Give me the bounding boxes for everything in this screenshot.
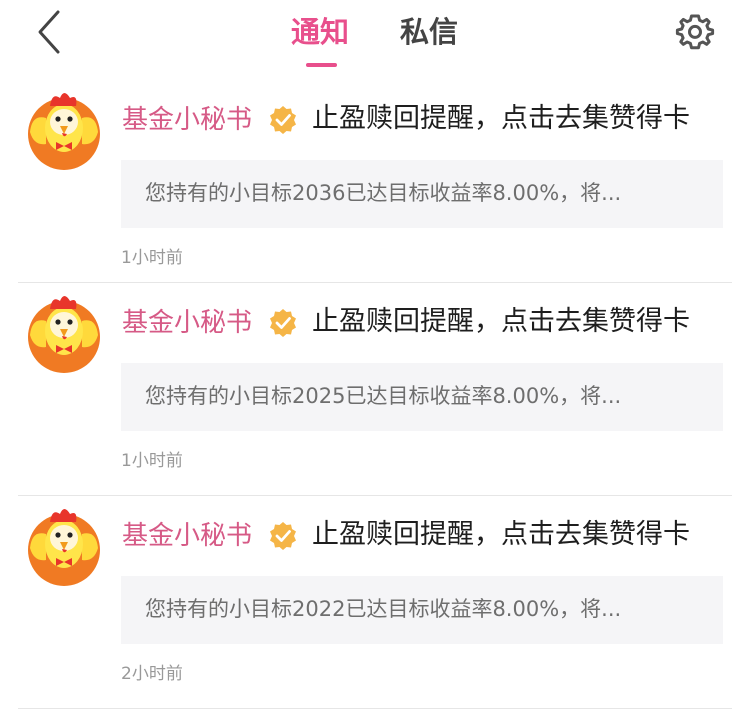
top-nav-bar: 通知 私信 [0, 0, 750, 80]
notice-preview-box[interactable]: 您持有的小目标2025已达目标收益率8.00%，将... [121, 363, 723, 431]
sender-name: 基金小秘书 [122, 308, 253, 338]
notice-preview-text: 您持有的小目标2025已达目标收益率8.00%，将... [145, 384, 622, 408]
notice-timestamp: 1小时前 [121, 451, 183, 471]
chevron-left-icon [38, 10, 60, 54]
settings-button[interactable] [674, 11, 716, 53]
verified-badge-icon [270, 309, 296, 337]
notice-preview-text: 您持有的小目标2022已达目标收益率8.00%，将... [145, 597, 622, 621]
notification-list: 基金小秘书 止盈赎回提醒，点击去集赞得卡 您持有的小目标2036已达目标收益率8… [0, 80, 750, 709]
notice-timestamp: 2小时前 [121, 664, 183, 684]
tab-notifications[interactable]: 通知 [291, 12, 349, 52]
list-item[interactable]: 基金小秘书 止盈赎回提醒，点击去集赞得卡 您持有的小目标2036已达目标收益率8… [0, 80, 750, 283]
notice-title[interactable]: 止盈赎回提醒，点击去集赞得卡 [312, 516, 690, 554]
notice-title[interactable]: 止盈赎回提醒，点击去集赞得卡 [312, 303, 690, 341]
list-item[interactable]: 基金小秘书 止盈赎回提醒，点击去集赞得卡 您持有的小目标2022已达目标收益率8… [0, 496, 750, 709]
sender-name: 基金小秘书 [122, 105, 253, 135]
notice-title[interactable]: 止盈赎回提醒，点击去集赞得卡 [312, 100, 690, 138]
avatar[interactable] [22, 287, 106, 375]
avatar[interactable] [22, 84, 106, 172]
notice-preview-box[interactable]: 您持有的小目标2022已达目标收益率8.00%，将... [121, 576, 723, 644]
notice-preview-box[interactable]: 您持有的小目标2036已达目标收益率8.00%，将... [121, 160, 723, 228]
back-button[interactable] [30, 8, 70, 56]
notice-preview-text: 您持有的小目标2036已达目标收益率8.00%，将... [145, 181, 622, 205]
divider [18, 708, 732, 709]
notice-timestamp: 1小时前 [121, 248, 183, 268]
verified-badge-icon [270, 106, 296, 134]
gear-icon [675, 14, 715, 50]
avatar[interactable] [22, 500, 106, 588]
sender-name: 基金小秘书 [122, 521, 253, 551]
tab-private-messages[interactable]: 私信 [400, 12, 458, 52]
active-tab-indicator [306, 63, 337, 67]
verified-badge-icon [270, 522, 296, 550]
list-item[interactable]: 基金小秘书 止盈赎回提醒，点击去集赞得卡 您持有的小目标2025已达目标收益率8… [0, 283, 750, 496]
